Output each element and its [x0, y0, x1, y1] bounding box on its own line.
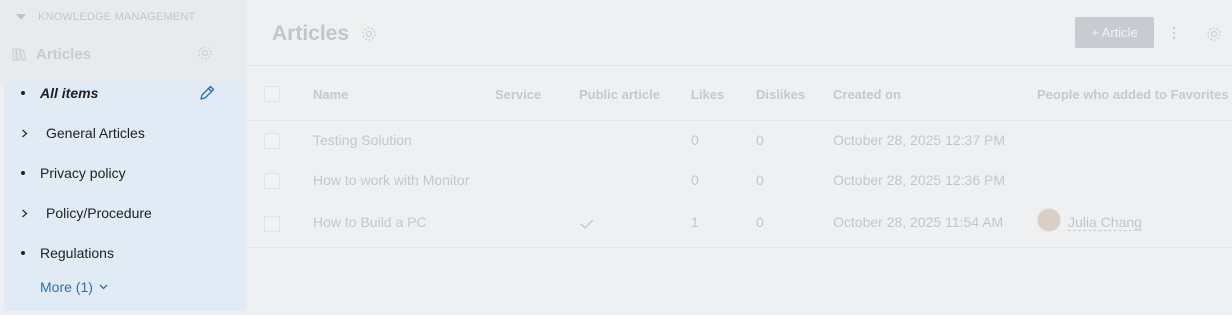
pencil-icon[interactable] [198, 84, 216, 102]
gear-icon[interactable] [196, 44, 214, 62]
row-checkbox[interactable] [264, 133, 280, 149]
sidebar-item-label: General Articles [46, 125, 145, 141]
avatar[interactable] [1037, 208, 1061, 232]
column-header-created-on[interactable]: Created on [833, 87, 901, 102]
cell-likes: 0 [691, 132, 699, 148]
sidebar-item-label: Regulations [40, 245, 114, 261]
select-all-checkbox[interactable] [264, 86, 280, 102]
sidebar-item-label: All items [40, 85, 99, 101]
column-header-likes[interactable]: Likes [691, 87, 724, 102]
sidebar-title[interactable]: Articles [36, 46, 91, 63]
column-header-favorites[interactable]: People who added to Favorites [1037, 87, 1228, 102]
cell-dislikes: 0 [756, 172, 764, 188]
cell-dislikes: 0 [756, 132, 764, 148]
chevron-right-icon[interactable] [20, 209, 29, 218]
kebab-icon[interactable] [1172, 26, 1176, 40]
chevron-down-icon [99, 284, 108, 290]
gear-icon[interactable] [360, 25, 378, 43]
bullet [21, 171, 25, 175]
bullet [21, 251, 25, 255]
divider [248, 247, 1232, 248]
sidebar-item-label: Privacy policy [40, 165, 126, 181]
cell-name[interactable]: How to Build a PC [313, 214, 427, 230]
check-icon [580, 219, 594, 229]
gear-icon[interactable] [1205, 25, 1223, 43]
cell-likes: 0 [691, 172, 699, 188]
column-header-service[interactable]: Service [495, 87, 541, 102]
cell-likes: 1 [691, 214, 699, 230]
sidebar-item-label: Policy/Procedure [46, 205, 152, 221]
sidebar-item-general-articles[interactable]: General Articles [4, 123, 246, 143]
sidebar-item-policy-procedure[interactable]: Policy/Procedure [4, 203, 246, 223]
sidebar-item-all-items[interactable]: All items [4, 83, 246, 103]
more-label: More (1) [40, 279, 93, 295]
page-title: Articles [272, 22, 350, 45]
cell-created: October 28, 2025 12:36 PM [833, 172, 1005, 188]
cell-created: October 28, 2025 12:37 PM [833, 132, 1005, 148]
sidebar-title-row: Articles [12, 44, 234, 64]
main-panel: Articles + Article Name Service Public a… [248, 2, 1232, 313]
sidebar-list: All items General Articles Privacy polic… [4, 82, 246, 311]
sidebar-item-privacy-policy[interactable]: Privacy policy [4, 163, 246, 183]
cell-name[interactable]: Testing Solution [313, 132, 412, 148]
column-header-dislikes[interactable]: Dislikes [756, 87, 805, 102]
column-header-name[interactable]: Name [313, 87, 348, 102]
cell-created: October 28, 2025 11:54 AM [833, 214, 1004, 230]
caret-down-icon [16, 14, 26, 20]
book-icon [12, 48, 27, 61]
divider [248, 65, 1232, 66]
favorite-user-link[interactable]: Julia Chang [1068, 214, 1142, 231]
sidebar-header: KNOWLEDGE MANAGEMENT Articles [0, 0, 246, 82]
column-header-public-article[interactable]: Public article [579, 87, 660, 102]
row-checkbox[interactable] [264, 173, 280, 189]
add-article-button[interactable]: + Article [1075, 17, 1154, 48]
bullet [21, 91, 25, 95]
sidebar-item-regulations[interactable]: Regulations [4, 243, 246, 263]
section-toggle[interactable]: KNOWLEDGE MANAGEMENT [16, 9, 195, 25]
divider [248, 120, 1232, 121]
more-link[interactable]: More (1) [40, 279, 108, 295]
sidebar: KNOWLEDGE MANAGEMENT Articles All items [0, 0, 246, 315]
cell-dislikes: 0 [756, 214, 764, 230]
section-label: KNOWLEDGE MANAGEMENT [38, 11, 196, 23]
row-checkbox[interactable] [264, 216, 280, 232]
cell-name[interactable]: How to work with Monitor [313, 172, 469, 188]
chevron-right-icon[interactable] [20, 129, 29, 138]
